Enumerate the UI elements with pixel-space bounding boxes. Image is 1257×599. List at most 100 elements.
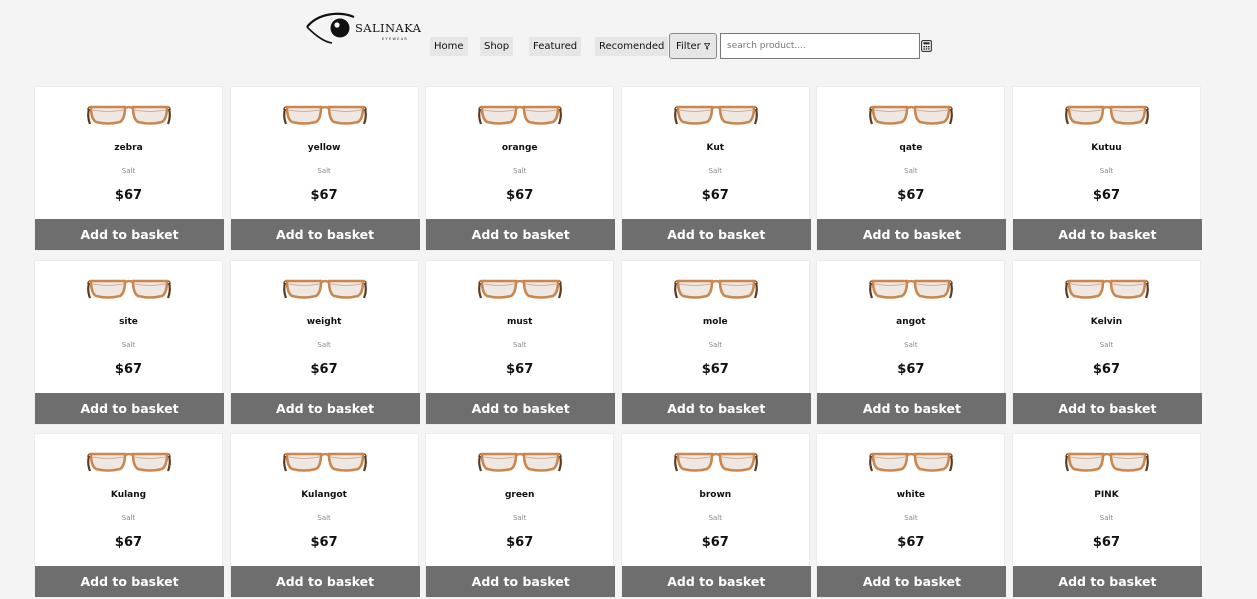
product-card[interactable]: angot Salt $67 Add to basket [816, 259, 1007, 425]
product-card[interactable]: green Salt $67 Add to basket [425, 433, 616, 598]
product-price: $67 [310, 361, 338, 377]
eyeglasses-icon [87, 105, 171, 125]
product-price: $67 [1092, 535, 1121, 550]
brand-name: SALINAKA [355, 21, 422, 35]
product-card[interactable]: Kelvin Salt $67 Add to basket [1011, 259, 1202, 425]
filter-button[interactable]: Filter [669, 33, 717, 59]
product-card[interactable]: zebra Salt $67 Add to basket [34, 86, 224, 251]
product-name: green [504, 490, 535, 500]
product-brand: Salt [121, 167, 136, 175]
product-name: qate [899, 143, 923, 153]
product-price: $67 [897, 535, 925, 550]
product-card[interactable]: white Salt $67 Add to basket [816, 433, 1007, 598]
add-to-basket-button[interactable]: Add to basket [35, 566, 224, 597]
product-price: $67 [701, 361, 729, 377]
product-price: $67 [310, 535, 338, 550]
product-price: $67 [897, 361, 925, 377]
add-to-basket-button[interactable]: Add to basket [817, 392, 1007, 424]
product-card[interactable]: qate Salt $67 Add to basket [816, 86, 1007, 251]
product-card[interactable]: Kutuu Salt $67 Add to basket [1011, 86, 1202, 251]
add-to-basket-button[interactable]: Add to basket [230, 566, 420, 597]
add-to-basket-button[interactable]: Add to basket [230, 219, 420, 250]
product-name: PINK [1094, 490, 1119, 500]
add-to-basket-button[interactable]: Add to basket [1012, 219, 1202, 250]
add-to-basket-button[interactable]: Add to basket [817, 219, 1007, 250]
add-to-basket-button[interactable]: Add to basket [426, 392, 616, 424]
product-brand: Salt [708, 340, 722, 349]
add-to-basket-button[interactable]: Add to basket [35, 392, 224, 424]
product-name: weight [306, 316, 342, 327]
product-card[interactable]: mole Salt $67 Add to basket [620, 259, 811, 425]
brand-tagline: EYEWEAR [382, 37, 409, 41]
add-to-basket-button[interactable]: Add to basket [35, 219, 224, 250]
product-price: $67 [114, 188, 143, 203]
product-name: Kut [706, 143, 725, 153]
product-price: $67 [897, 188, 925, 203]
add-to-basket-button[interactable]: Add to basket [621, 392, 811, 424]
product-card[interactable]: Kulangot Salt $67 Add to basket [229, 433, 420, 598]
eyeglasses-icon [87, 279, 171, 299]
product-price: $67 [701, 535, 729, 550]
product-card[interactable]: yellow Salt $67 Add to basket [229, 86, 420, 251]
add-to-basket-button[interactable]: Add to basket [426, 566, 616, 597]
add-to-basket-button[interactable]: Add to basket [621, 219, 811, 250]
product-name: Kulang [110, 490, 147, 500]
product-name: must [506, 316, 533, 327]
product-name: site [119, 316, 138, 327]
add-to-basket-button[interactable]: Add to basket [817, 566, 1007, 597]
product-brand: Salt [121, 340, 136, 349]
product-name: brown [699, 490, 732, 500]
eyeglasses-icon [282, 279, 367, 299]
nav-featured[interactable]: Featured [529, 37, 582, 56]
product-price: $67 [506, 361, 534, 377]
add-to-basket-button[interactable]: Add to basket [1012, 566, 1202, 597]
eyeglasses-icon [673, 279, 758, 299]
product-card[interactable]: Kut Salt $67 Add to basket [620, 86, 811, 251]
product-card[interactable]: brown Salt $67 Add to basket [620, 433, 811, 598]
add-to-basket-button[interactable]: Add to basket [1012, 392, 1202, 424]
product-name: yellow [307, 143, 341, 153]
product-card[interactable]: site Salt $67 Add to basket [34, 259, 224, 425]
search-input[interactable] [720, 33, 920, 59]
product-name: Kelvin [1090, 316, 1123, 327]
eyeglasses-icon [869, 105, 954, 125]
product-brand: Salt [1099, 340, 1114, 349]
product-card[interactable]: PINK Salt $67 Add to basket [1011, 433, 1202, 598]
filter-label: Filter [676, 40, 701, 52]
product-price: $67 [1092, 361, 1121, 377]
add-to-basket-button[interactable]: Add to basket [230, 392, 420, 424]
eyeglasses-icon [478, 452, 563, 472]
brand-logo[interactable]: SALINAKA EYEWEAR [306, 10, 422, 46]
eyeglasses-icon [478, 105, 563, 125]
product-card[interactable]: Kulang Salt $67 Add to basket [34, 433, 224, 598]
product-card[interactable]: orange Salt $67 Add to basket [425, 86, 616, 251]
product-name: orange [501, 143, 538, 153]
product-card[interactable]: must Salt $67 Add to basket [425, 259, 616, 425]
product-grid: zebra Salt $67 Add to basket yellow Salt… [34, 86, 1202, 598]
product-price: $67 [506, 535, 534, 550]
product-brand: Salt [512, 514, 527, 522]
eyeglasses-icon [87, 452, 171, 472]
product-price: $67 [114, 535, 143, 550]
product-brand: Salt [904, 167, 918, 175]
product-name: angot [896, 316, 926, 327]
product-card[interactable]: weight Salt $67 Add to basket [229, 259, 420, 425]
product-brand: Salt [904, 340, 918, 349]
calculator-icon[interactable] [921, 40, 932, 52]
nav-recomended[interactable]: Recomended [595, 37, 669, 56]
nav-home[interactable]: Home [430, 37, 468, 56]
site-header: SALINAKA EYEWEAR Home Shop Featured Reco… [0, 0, 1257, 70]
product-price: $67 [310, 188, 338, 203]
add-to-basket-button[interactable]: Add to basket [621, 566, 811, 597]
add-to-basket-button[interactable]: Add to basket [426, 219, 616, 250]
product-brand: Salt [1099, 514, 1114, 522]
eyeglasses-icon [673, 452, 758, 472]
product-brand: Salt [512, 167, 527, 175]
eyeglasses-icon [1065, 279, 1149, 299]
product-brand: Salt [904, 514, 918, 522]
product-price: $67 [114, 361, 143, 377]
product-brand: Salt [708, 514, 722, 522]
product-name: zebra [114, 143, 143, 153]
product-price: $67 [1092, 188, 1121, 203]
nav-shop[interactable]: Shop [480, 37, 514, 56]
